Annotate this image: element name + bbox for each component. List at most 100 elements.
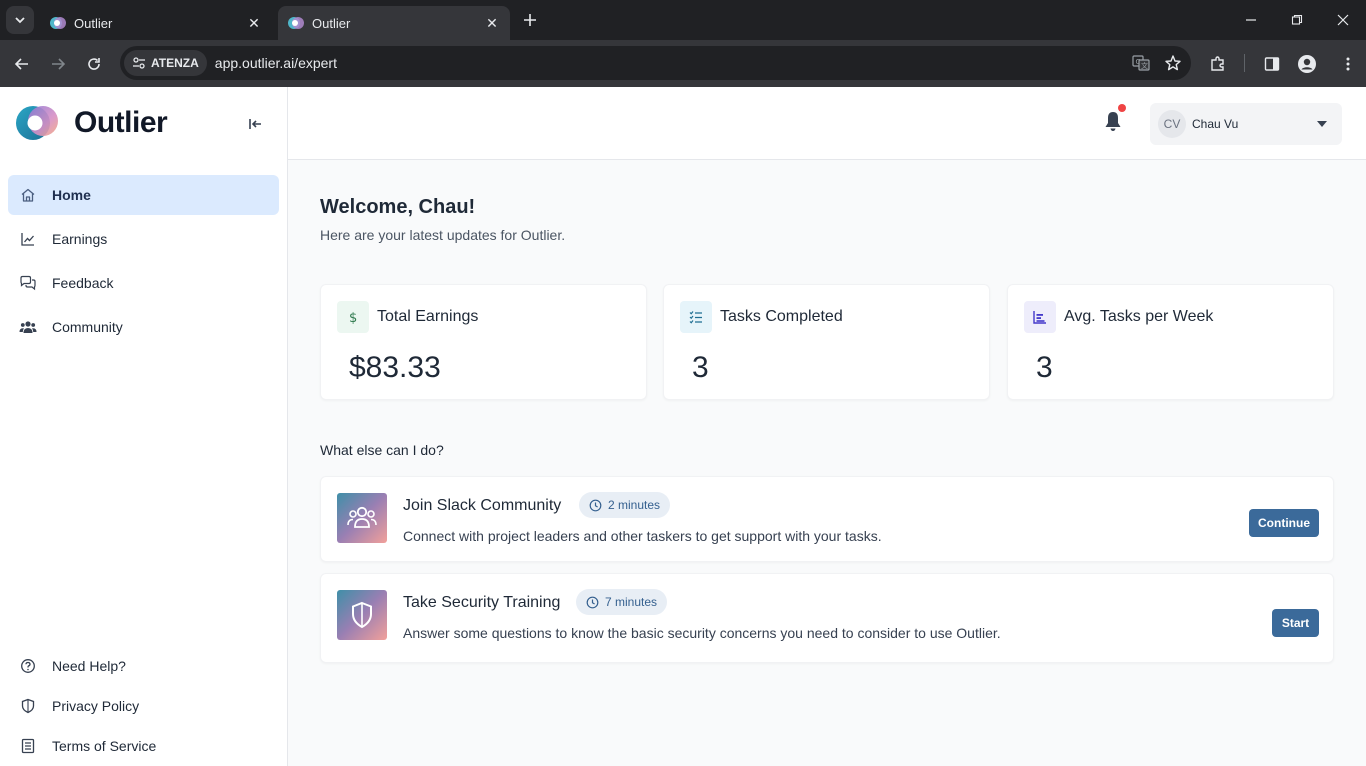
- close-icon[interactable]: ✕: [484, 15, 500, 31]
- avatar: CV: [1158, 110, 1186, 138]
- close-icon[interactable]: ✕: [246, 15, 262, 31]
- browser-menu-button[interactable]: [1334, 50, 1362, 78]
- sidebar-link-privacy-policy[interactable]: Privacy Policy: [8, 691, 279, 721]
- stat-value: 3: [1036, 351, 1053, 384]
- outlier-favicon-icon: [288, 17, 304, 29]
- stat-title: Total Earnings: [377, 308, 479, 325]
- page-title: Welcome, Chau!: [320, 196, 476, 218]
- site-chip-label: ATENZA: [151, 56, 199, 70]
- continue-button[interactable]: Continue: [1249, 509, 1319, 537]
- sidebar-link-label: Need Help?: [52, 658, 126, 674]
- translate-icon: G文: [1132, 55, 1150, 71]
- sidebar-item-community[interactable]: Community: [8, 307, 279, 347]
- dollar-icon: $: [337, 301, 369, 333]
- sidebar-item-label: Feedback: [52, 275, 114, 291]
- svg-text:$: $: [349, 311, 357, 325]
- shield-icon: [19, 697, 37, 715]
- start-button[interactable]: Start: [1272, 609, 1319, 637]
- close-icon: [1337, 14, 1349, 26]
- duration-badge: 2 minutes: [579, 492, 671, 518]
- account-icon: [1298, 55, 1316, 73]
- brand-name: Outlier: [74, 106, 168, 139]
- translate-button[interactable]: G文: [1127, 49, 1155, 77]
- collapse-left-icon: [249, 119, 261, 129]
- stat-card-tasks-completed: Tasks Completed 3: [663, 284, 990, 400]
- tune-icon: [133, 57, 145, 69]
- document-list-icon: [19, 737, 37, 755]
- sidebar-item-home[interactable]: Home: [8, 175, 279, 215]
- bell-icon[interactable]: [1100, 109, 1126, 135]
- sidebar-link-label: Terms of Service: [52, 738, 157, 754]
- section-title: What else can I do?: [320, 442, 444, 458]
- address-bar[interactable]: ATENZA app.outlier.ai/expert G文: [120, 46, 1191, 80]
- stat-card-total-earnings: $ Total Earnings $83.33: [320, 284, 647, 400]
- browser-tab-1[interactable]: Outlier ✕: [40, 6, 272, 40]
- task-title: Join Slack Community: [403, 497, 562, 514]
- back-button[interactable]: [8, 50, 36, 78]
- side-panel-icon: [1264, 57, 1280, 71]
- sidebar-link-need-help[interactable]: Need Help?: [8, 651, 279, 681]
- task-thumbnail: [337, 493, 387, 543]
- task-card-join-slack: Join Slack Community 2 minutes Connect w…: [320, 476, 1334, 562]
- more-vertical-icon: [1346, 57, 1350, 71]
- outlier-favicon-icon: [50, 17, 66, 29]
- duration-badge: 7 minutes: [576, 589, 668, 615]
- new-tab-button[interactable]: [518, 8, 542, 32]
- tab-title: Outlier: [74, 15, 113, 31]
- bookmark-button[interactable]: [1159, 49, 1187, 77]
- chat-bubbles-icon: [19, 274, 37, 292]
- notification-badge: [1118, 104, 1126, 112]
- browser-tabbar: Outlier ✕ Outlier ✕: [0, 0, 1366, 40]
- task-title: Take Security Training: [403, 594, 561, 611]
- tab-title: Outlier: [312, 15, 351, 31]
- sidebar-item-label: Earnings: [52, 231, 108, 247]
- stat-title: Tasks Completed: [720, 308, 843, 325]
- bar-chart-icon: [1024, 301, 1056, 333]
- browser-toolbar: ATENZA app.outlier.ai/expert G文: [0, 40, 1366, 87]
- plus-icon: [524, 14, 536, 26]
- sidebar-item-feedback[interactable]: Feedback: [8, 263, 279, 303]
- restore-icon: [1291, 14, 1303, 25]
- extensions-button[interactable]: [1204, 50, 1232, 78]
- side-panel-button[interactable]: [1258, 50, 1286, 78]
- minimize-button[interactable]: [1228, 0, 1274, 40]
- sidebar-link-terms-of-service[interactable]: Terms of Service: [8, 731, 279, 761]
- puzzle-icon: [1211, 56, 1224, 71]
- checklist-icon: [680, 301, 712, 333]
- window-close-button[interactable]: [1320, 0, 1366, 40]
- page-subtitle: Here are your latest updates for Outlier…: [320, 227, 566, 243]
- home-icon: [19, 186, 37, 204]
- sidebar-item-earnings[interactable]: Earnings: [8, 219, 279, 259]
- restore-button[interactable]: [1274, 0, 1320, 40]
- user-name: Chau Vu: [1192, 117, 1239, 131]
- site-info-chip[interactable]: ATENZA: [124, 50, 207, 76]
- clock-icon: [589, 499, 602, 511]
- stat-value: $83.33: [349, 351, 441, 384]
- users-icon: [347, 506, 377, 528]
- reload-button[interactable]: [80, 50, 108, 78]
- reload-icon: [88, 58, 100, 70]
- star-icon: [1165, 55, 1181, 71]
- caret-down-icon: [1314, 116, 1330, 132]
- collapse-sidebar-button[interactable]: [243, 112, 267, 136]
- arrow-right-icon: [52, 58, 66, 70]
- url-text[interactable]: app.outlier.ai/expert: [215, 55, 1127, 71]
- task-thumbnail: [337, 590, 387, 640]
- sidebar: Outlier Home Earnings Feedback Community…: [0, 87, 288, 766]
- forward-button[interactable]: [44, 50, 72, 78]
- browser-tab-2[interactable]: Outlier ✕: [278, 6, 510, 40]
- app-header: CV Chau Vu: [288, 87, 1366, 160]
- help-circle-icon: [19, 657, 37, 675]
- shield-icon: [352, 601, 372, 629]
- clock-icon: [586, 596, 599, 608]
- arrow-left-icon: [14, 58, 28, 70]
- user-menu-button[interactable]: CV Chau Vu: [1150, 103, 1342, 145]
- users-icon: [19, 318, 37, 336]
- svg-text:文: 文: [1141, 61, 1148, 70]
- task-card-security-training: Take Security Training 7 minutes Answer …: [320, 573, 1334, 663]
- task-description: Connect with project leaders and other t…: [403, 528, 882, 544]
- brand-logo[interactable]: Outlier: [16, 106, 168, 140]
- profile-button[interactable]: [1293, 50, 1321, 78]
- tab-search-button[interactable]: [6, 6, 34, 34]
- minimize-icon: [1246, 19, 1256, 21]
